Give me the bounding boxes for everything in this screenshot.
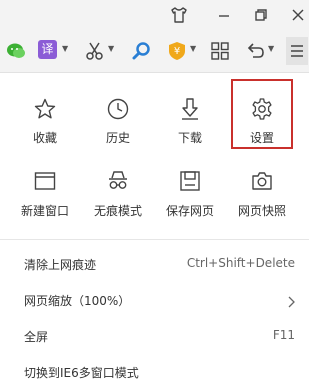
undo-icon[interactable] xyxy=(244,39,266,63)
incognito-item[interactable]: 无痕模式 xyxy=(83,169,153,233)
menu-divider xyxy=(0,239,309,240)
settings-highlight xyxy=(231,79,293,149)
close-icon[interactable] xyxy=(286,3,310,27)
scissors-dropdown-icon[interactable]: ▼ xyxy=(108,44,114,53)
menu-button[interactable] xyxy=(286,37,308,65)
snapshot-item[interactable]: 网页快照 xyxy=(227,169,297,233)
downloads-item[interactable]: 下载 xyxy=(155,97,225,161)
save-icon xyxy=(178,169,202,193)
zoom-item[interactable]: 网页缩放（100%） xyxy=(0,282,309,318)
fullscreen-item[interactable]: 全屏 F11 xyxy=(0,318,309,354)
clock-icon xyxy=(106,97,130,121)
apps-grid-icon[interactable] xyxy=(209,39,231,63)
clear-traces-shortcut: Ctrl+Shift+Delete xyxy=(186,256,295,270)
svg-text:¥: ¥ xyxy=(174,46,180,57)
fullscreen-label: 全屏 xyxy=(24,330,49,344)
translate-button[interactable]: 译 xyxy=(38,40,57,64)
history-item[interactable]: 历史 xyxy=(83,97,153,161)
clear-traces-item[interactable]: 清除上网痕迹 Ctrl+Shift+Delete xyxy=(0,246,309,282)
favorites-label: 收藏 xyxy=(32,131,57,145)
fullscreen-shortcut: F11 xyxy=(272,328,295,342)
menu-icon xyxy=(291,45,303,57)
favorites-item[interactable]: 收藏 xyxy=(10,97,80,161)
wechat-icon[interactable] xyxy=(6,39,26,63)
restore-icon[interactable] xyxy=(249,3,273,27)
tshirt-icon[interactable] xyxy=(167,3,191,27)
shield-coin-icon[interactable]: ¥ xyxy=(166,39,188,63)
zoom-label: 网页缩放（100%） xyxy=(24,294,131,308)
shield-dropdown-icon[interactable]: ▼ xyxy=(190,44,196,53)
history-label: 历史 xyxy=(105,131,130,145)
incognito-label: 无痕模式 xyxy=(93,204,142,218)
new-window-icon xyxy=(33,169,57,193)
translate-icon: 译 xyxy=(38,40,57,59)
save-page-item[interactable]: 保存网页 xyxy=(155,169,225,233)
star-icon xyxy=(33,97,57,121)
search-icon[interactable] xyxy=(130,39,152,63)
toolbar: 译 ▼ ▼ ¥ ▼ ▼ xyxy=(0,30,309,73)
snapshot-label: 网页快照 xyxy=(237,204,286,218)
title-bar xyxy=(0,0,309,30)
incognito-icon xyxy=(106,169,130,193)
download-icon xyxy=(178,97,202,121)
translate-dropdown-icon[interactable]: ▼ xyxy=(62,44,68,53)
chevron-right-icon xyxy=(287,293,295,312)
downloads-label: 下载 xyxy=(177,131,202,145)
clear-traces-label: 清除上网痕迹 xyxy=(24,258,97,272)
ie6-mode-label: 切换到IE6多窗口模式 xyxy=(24,366,139,380)
save-page-label: 保存网页 xyxy=(165,204,214,218)
undo-dropdown-icon[interactable]: ▼ xyxy=(268,44,274,53)
ie6-mode-item[interactable]: 切换到IE6多窗口模式 xyxy=(0,354,309,390)
minimize-icon[interactable] xyxy=(212,3,236,27)
camera-icon xyxy=(250,169,274,193)
new-window-item[interactable]: 新建窗口 xyxy=(10,169,80,233)
new-window-label: 新建窗口 xyxy=(20,204,69,218)
scissors-icon[interactable] xyxy=(84,39,106,63)
